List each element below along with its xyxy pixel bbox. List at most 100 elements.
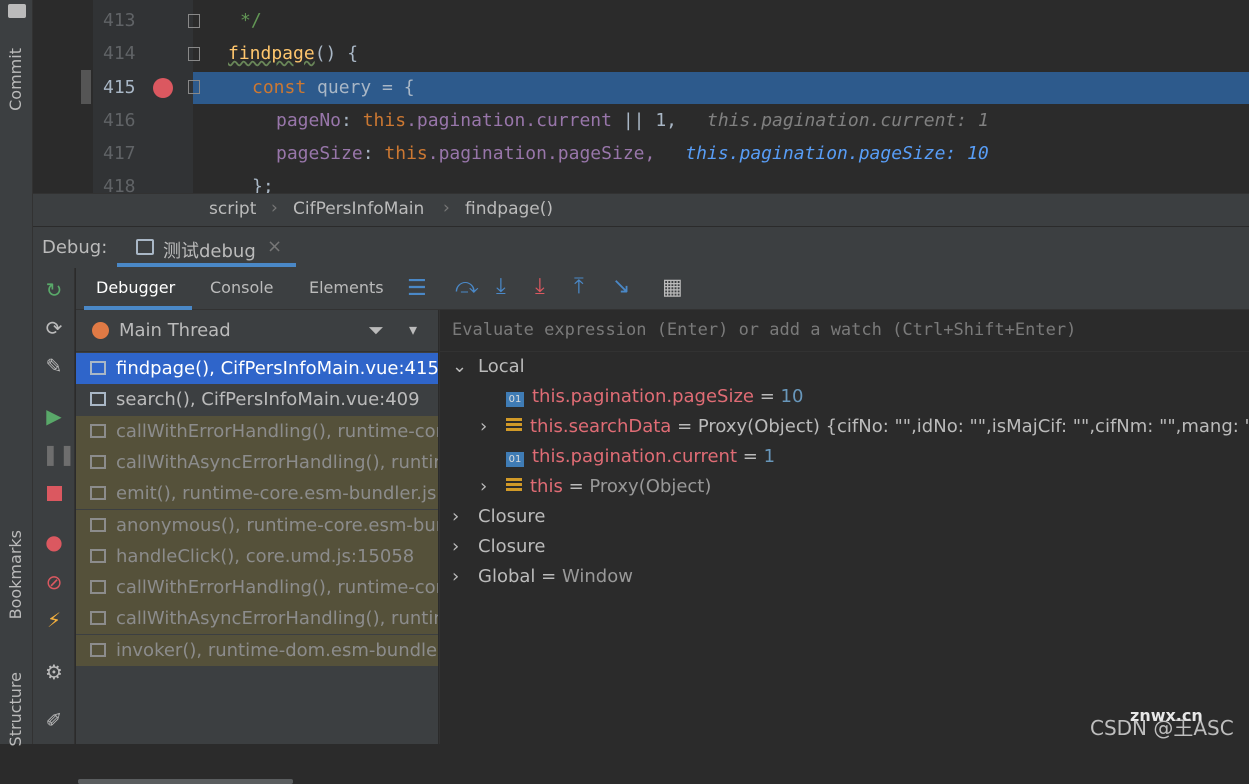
variable-value: Proxy(Object) [589, 476, 712, 497]
evaluate-placeholder: Evaluate expression (Enter) or add a wat… [452, 320, 1077, 340]
bookmarks-tab[interactable]: Bookmarks [6, 530, 25, 619]
layout-menu-icon[interactable]: ☰ [407, 276, 427, 301]
thread-name: Main Thread [119, 320, 231, 341]
variable-value: Window [561, 566, 633, 587]
debug-session-tab[interactable]: 测试debug [163, 237, 256, 263]
mute-breakpoints-icon[interactable]: ⊘ [42, 570, 66, 594]
stack-frame[interactable]: callWithAsyncErrorHandling(), runtime-co… [76, 446, 438, 478]
thread-status-icon [92, 322, 109, 339]
refresh-icon[interactable]: ⟳ [42, 316, 66, 340]
keyword: this [362, 110, 407, 131]
pin-icon[interactable]: ✐ [42, 708, 66, 732]
breadcrumb-item[interactable]: CifPersInfoMain [293, 199, 424, 219]
code-editor[interactable]: 413 414 415 416 417 418 */ findpage() { … [33, 0, 1249, 193]
primitive-icon: 01 [506, 452, 524, 467]
variable-value: Proxy(Object) {cifNo: "",idNo: "",isMajC… [697, 416, 1249, 437]
closure-scope[interactable]: › Closure [452, 506, 545, 527]
chevron-right-icon: › [452, 536, 460, 557]
step-over-icon[interactable]: ⤼ [455, 274, 479, 299]
variable-row[interactable]: › this.searchData = Proxy(Object) {cifNo:… [480, 416, 1249, 437]
object-icon [506, 478, 522, 492]
stack-frame[interactable]: handleClick(), core.umd.js:15058 [76, 540, 438, 572]
global-scope[interactable]: › Global = Window [452, 566, 633, 587]
breadcrumb-item[interactable]: findpage() [465, 199, 553, 219]
debug-config-icon [136, 239, 154, 255]
frame-icon [90, 361, 106, 375]
stop-icon[interactable] [42, 482, 66, 506]
stack-frame[interactable]: anonymous(), runtime-core.esm-bundler.js [76, 509, 438, 541]
wrench-icon[interactable]: ✎ [42, 354, 66, 378]
chevron-right-icon: › [452, 566, 460, 587]
breakpoint-icon[interactable] [153, 78, 173, 98]
step-out-icon[interactable]: ⤒ [574, 274, 584, 299]
breadcrumb: script › CifPersInfoMain › findpage() [33, 193, 1249, 226]
chevron-right-icon: › [443, 198, 450, 218]
gear-icon[interactable]: ⚙ [42, 660, 66, 684]
variable-name: this [530, 476, 563, 497]
line-number: 417 [103, 143, 136, 164]
breadcrumb-item[interactable]: script [209, 199, 256, 219]
close-icon[interactable]: × [267, 236, 282, 257]
code-line: */ [240, 10, 262, 31]
variable-row[interactable]: › this = Proxy(Object) [480, 476, 711, 497]
variable-row[interactable]: 01 this.pagination.pageSize = 10 [506, 386, 803, 407]
variable-row[interactable]: 01 this.pagination.current = 1 [506, 446, 775, 467]
frame-icon [90, 642, 106, 657]
frame-icon [90, 423, 106, 438]
view-breakpoints-icon[interactable]: ● [42, 530, 66, 554]
tab-console[interactable]: Console [210, 278, 274, 297]
keyword: const [252, 77, 307, 98]
tab-debugger[interactable]: Debugger [96, 278, 175, 297]
code-line: const query = { [252, 77, 415, 98]
frame-icon [90, 517, 106, 532]
evaluate-expression-icon[interactable]: ▦ [662, 275, 683, 300]
property: .pagination.pageSize, [427, 143, 656, 164]
code-line: }; [252, 176, 274, 193]
property: .pagination.current [406, 110, 612, 131]
rerun-icon[interactable]: ↻ [42, 278, 66, 302]
frame-label: search(), CifPersInfoMain.vue:409 [116, 389, 420, 411]
watermark: CSDN @王ASC [1090, 716, 1234, 740]
folder-icon[interactable] [8, 4, 26, 18]
inline-value-hint[interactable]: this.pagination.pageSize: 10 [655, 143, 988, 164]
commit-tab[interactable]: Commit [6, 48, 25, 111]
tab-elements[interactable]: Elements [309, 278, 384, 297]
stack-frame[interactable]: callWithErrorHandling(), runtime-core.es… [76, 415, 438, 447]
variable-name: this.pagination.current [532, 446, 738, 467]
local-scope[interactable]: ⌄ Local [452, 356, 525, 377]
keyword: this [384, 143, 428, 164]
thread-selector[interactable]: Main Thread ⏷ ▾ [76, 310, 438, 352]
frame-icon [90, 486, 106, 501]
primitive-icon: 01 [506, 392, 524, 407]
evaluate-input[interactable]: Evaluate expression (Enter) or add a wat… [440, 310, 1249, 352]
fold-icon[interactable] [188, 80, 200, 94]
structure-tab[interactable]: Structure [6, 672, 25, 746]
chevron-right-icon: › [452, 506, 460, 527]
resume-icon[interactable]: ▶ [42, 404, 66, 428]
fold-icon[interactable] [188, 47, 200, 61]
run-to-cursor-icon[interactable]: ↘ [612, 274, 630, 299]
filter-icon[interactable]: ⏷ [368, 318, 384, 342]
lightning-icon[interactable]: ⚡ [42, 608, 66, 632]
stack-frame[interactable]: findpage(), CifPersInfoMain.vue:415 [76, 353, 438, 384]
frame-label: invoker(), runtime-dom.esm-bundler.js [116, 639, 438, 661]
closure-scope[interactable]: › Closure [452, 536, 545, 557]
pause-icon[interactable]: ❚❚ [42, 442, 76, 466]
stack-frame[interactable]: emit(), runtime-core.esm-bundler.js:7 [76, 478, 438, 510]
stack-frame[interactable]: search(), CifPersInfoMain.vue:409 [76, 384, 438, 416]
stack-frame[interactable]: callWithErrorHandling(), runtime-core.es… [76, 572, 438, 604]
frame-label: callWithErrorHandling(), runtime-core.es… [116, 420, 438, 442]
chevron-right-icon: › [480, 416, 488, 437]
stack-frame[interactable]: callWithAsyncErrorHandling(), runtime-co… [76, 603, 438, 635]
stack-frame[interactable]: invoker(), runtime-dom.esm-bundler.js [76, 634, 438, 666]
variable-name: this.pagination.pageSize [532, 386, 754, 407]
horizontal-scrollbar[interactable] [78, 779, 293, 784]
force-step-into-icon[interactable]: ⤓ [535, 274, 545, 299]
chevron-down-icon[interactable]: ▾ [409, 320, 417, 339]
debug-tool-window-header: Debug: 测试debug × [33, 226, 1249, 268]
code-line: pageSize: this.pagination.pageSize, this.… [276, 143, 989, 164]
step-into-icon[interactable]: ⤓ [496, 274, 506, 299]
fold-icon[interactable] [188, 14, 200, 28]
variables-panel: Evaluate expression (Enter) or add a wat… [439, 310, 1249, 744]
frame-icon [90, 548, 106, 563]
